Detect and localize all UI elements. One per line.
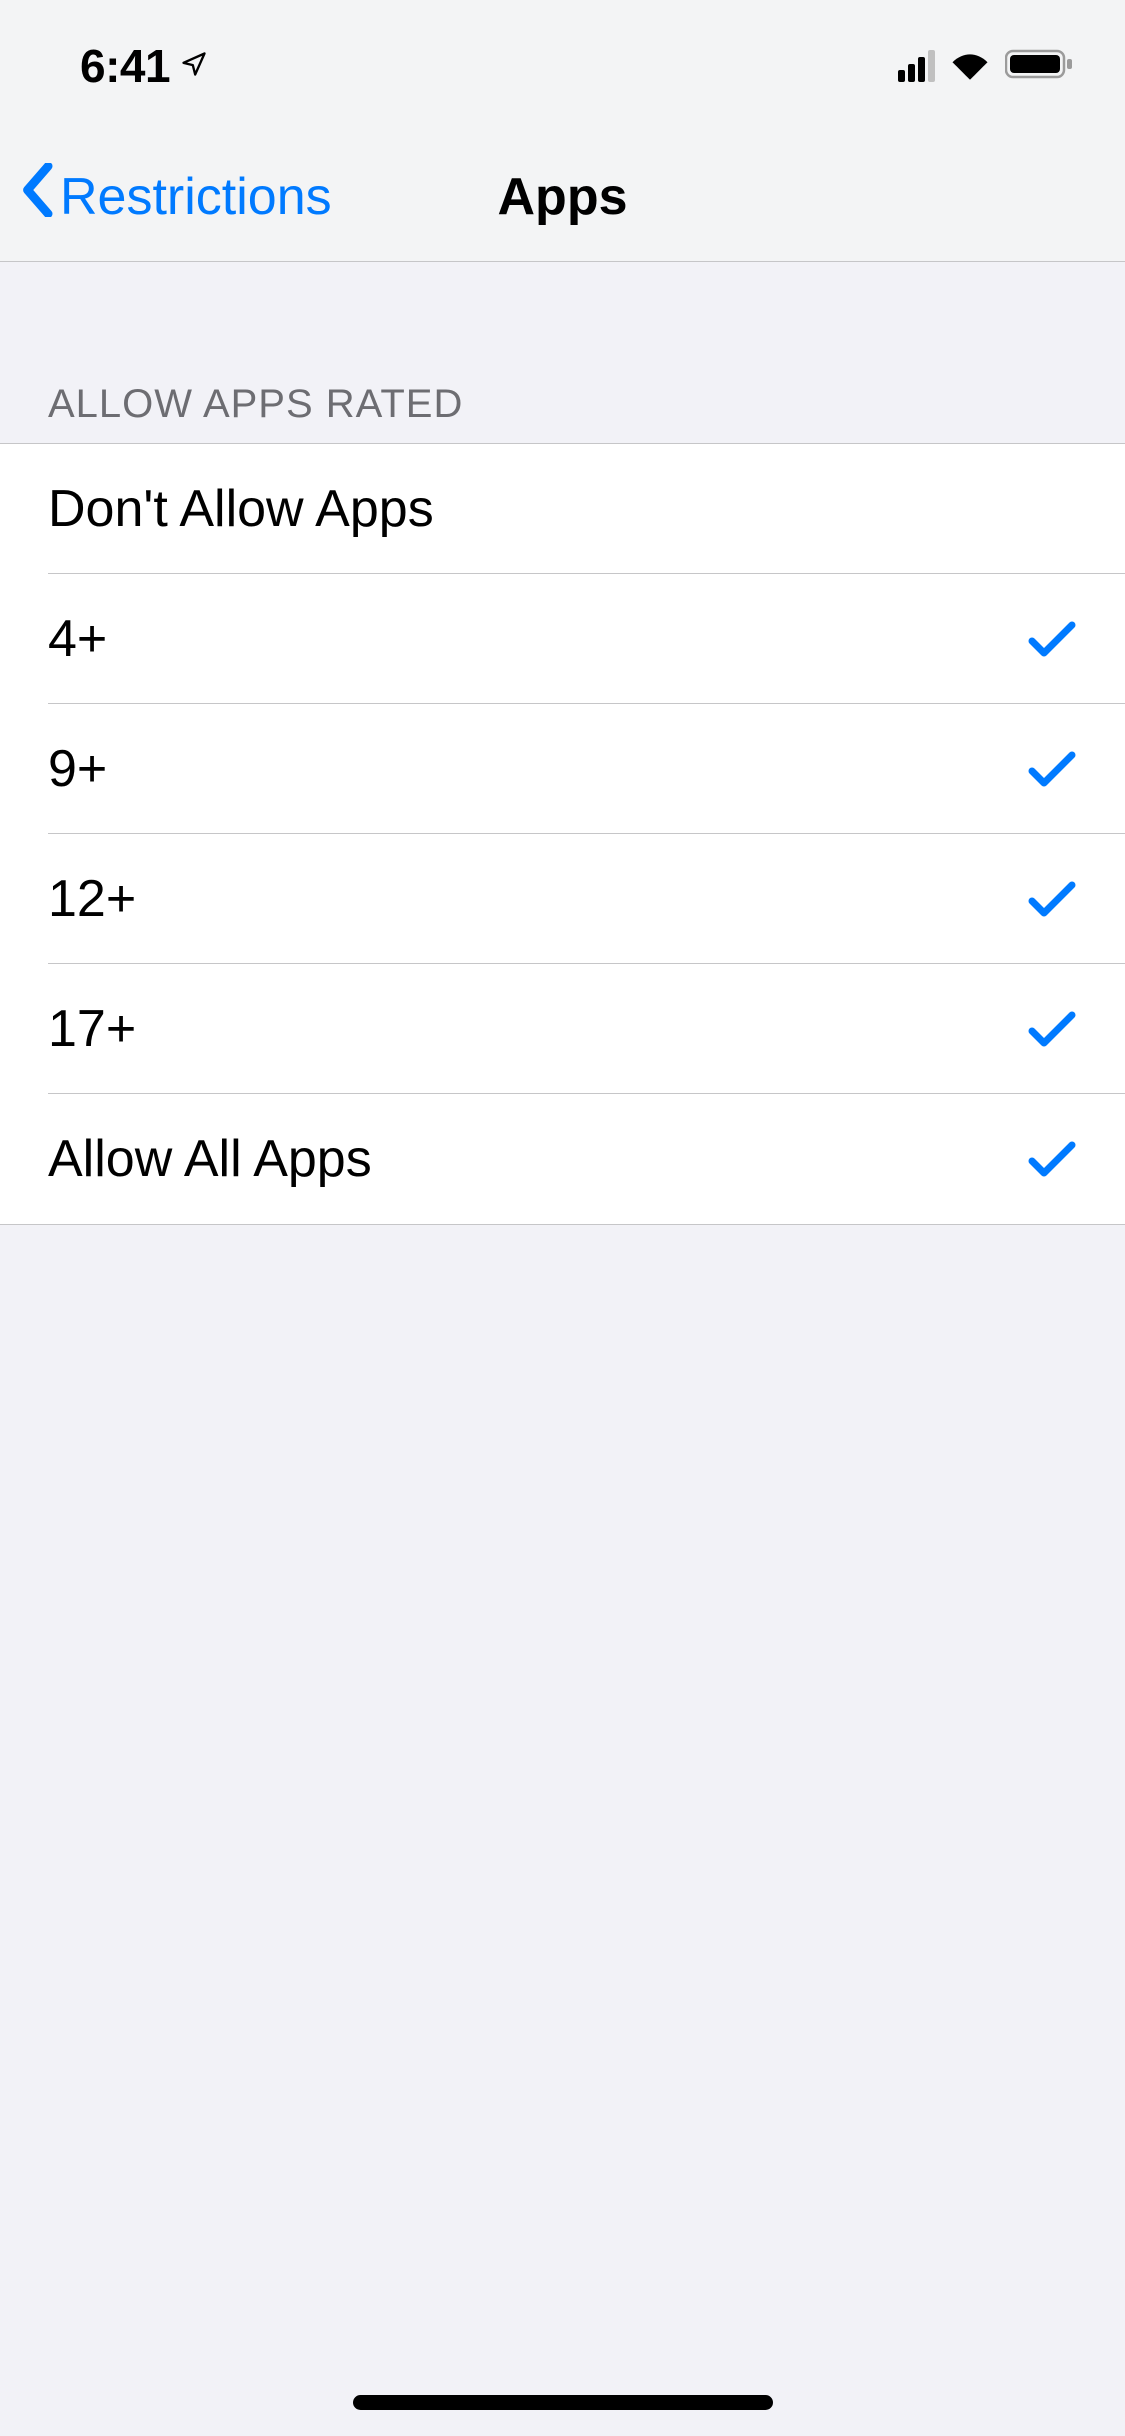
row-allow-all[interactable]: Allow All Apps: [0, 1094, 1125, 1224]
checkmark-icon: [1027, 1134, 1077, 1184]
checkmark-icon: [1027, 614, 1077, 664]
home-indicator[interactable]: [353, 2395, 773, 2410]
status-time: 6:41: [80, 39, 170, 93]
page-title: Apps: [498, 167, 628, 227]
checkmark-icon: [1027, 1004, 1077, 1054]
cellular-signal-icon: [898, 50, 935, 82]
row-label: 9+: [48, 739, 107, 799]
wifi-icon: [949, 48, 991, 85]
row-17plus[interactable]: 17+: [0, 964, 1125, 1094]
back-button[interactable]: Restrictions: [20, 163, 332, 230]
back-button-label: Restrictions: [60, 167, 332, 227]
chevron-left-icon: [20, 163, 54, 230]
row-12plus[interactable]: 12+: [0, 834, 1125, 964]
row-label: 4+: [48, 609, 107, 669]
nav-header: Restrictions Apps: [0, 132, 1125, 262]
status-left: 6:41: [80, 39, 208, 93]
row-4plus[interactable]: 4+: [0, 574, 1125, 704]
checkmark-icon: [1027, 874, 1077, 924]
row-label: Don't Allow Apps: [48, 479, 434, 539]
row-label: 12+: [48, 869, 136, 929]
row-9plus[interactable]: 9+: [0, 704, 1125, 834]
ratings-list: Don't Allow Apps 4+ 9+ 12+ 17+ Allow All…: [0, 443, 1125, 1225]
battery-icon: [1005, 48, 1075, 85]
row-label: Allow All Apps: [48, 1129, 372, 1189]
checkmark-icon: [1027, 744, 1077, 794]
row-dont-allow[interactable]: Don't Allow Apps: [0, 444, 1125, 574]
status-right: [898, 48, 1075, 85]
location-icon: [180, 50, 208, 83]
row-label: 17+: [48, 999, 136, 1059]
status-bar: 6:41: [0, 0, 1125, 132]
section-header: ALLOW APPS RATED: [0, 262, 1125, 443]
